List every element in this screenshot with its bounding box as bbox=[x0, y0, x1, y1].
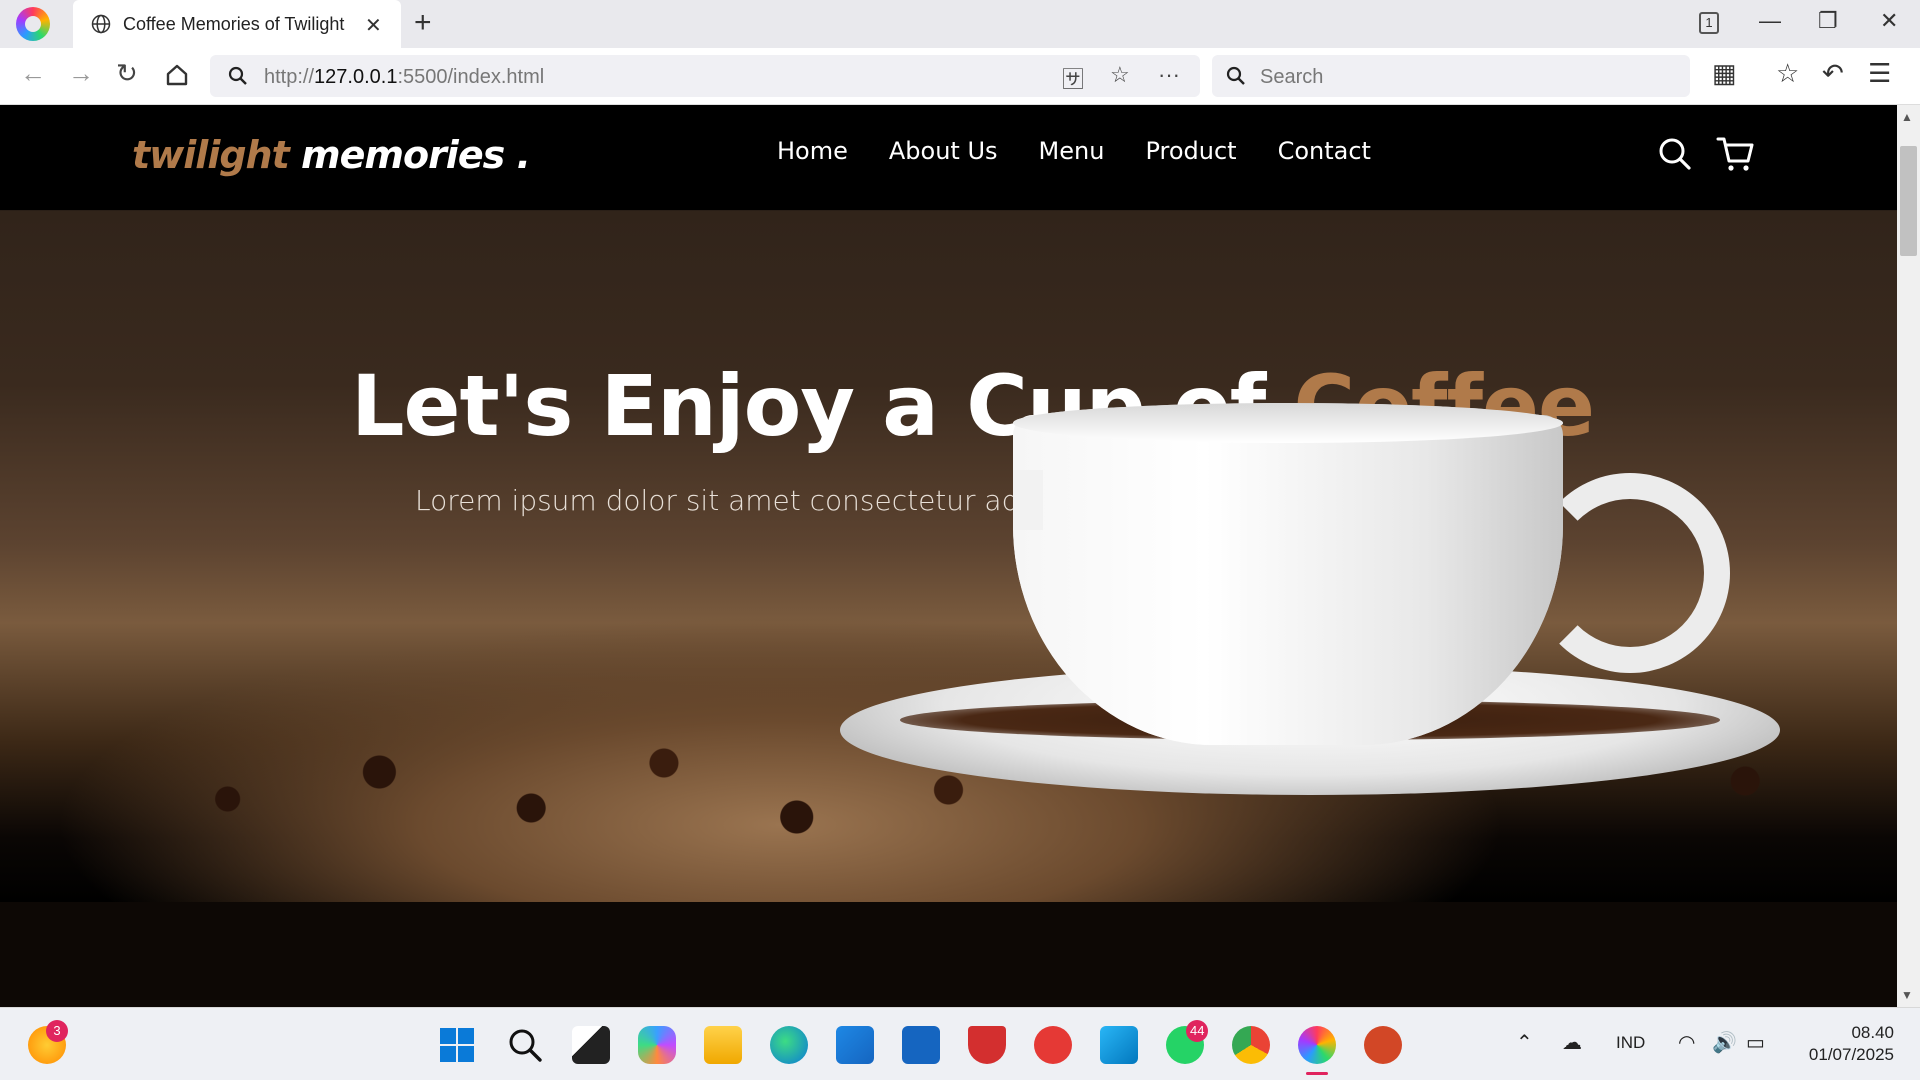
nav-home[interactable]: Home bbox=[777, 137, 848, 165]
whatsapp-badge: 44 bbox=[1186, 1020, 1209, 1042]
vscode-icon[interactable] bbox=[1100, 1026, 1138, 1064]
url-host: 127.0.0.1 bbox=[314, 66, 398, 88]
url-text[interactable]: http://127.0.0.1:5500/index.html bbox=[264, 66, 544, 89]
task-view-icon[interactable] bbox=[572, 1026, 610, 1064]
logo-main: memories . bbox=[301, 133, 531, 177]
edge-icon[interactable] bbox=[770, 1026, 808, 1064]
scrollbar-thumb[interactable] bbox=[1900, 146, 1917, 256]
tab-title: Coffee Memories of Twilight bbox=[123, 14, 345, 34]
active-app-indicator bbox=[1306, 1072, 1328, 1075]
scroll-up-icon[interactable]: ▲ bbox=[1901, 110, 1913, 124]
weather-badge: 3 bbox=[46, 1020, 68, 1042]
browser-taskbar-icon[interactable] bbox=[1298, 1026, 1336, 1064]
logo-accent: twilight bbox=[132, 133, 290, 177]
browser-tab[interactable]: Coffee Memories of Twilight ✕ bbox=[73, 0, 401, 48]
nav-about-us[interactable]: About Us bbox=[889, 137, 998, 165]
wps-office-icon[interactable] bbox=[1034, 1026, 1072, 1064]
favorites-icon[interactable]: ☆ bbox=[1776, 58, 1799, 89]
nav-menu[interactable]: Menu bbox=[1039, 137, 1105, 165]
onedrive-icon[interactable]: ☁ bbox=[1562, 1030, 1582, 1055]
tab-count-button[interactable]: 1 bbox=[1699, 12, 1719, 34]
close-tab-icon[interactable]: ✕ bbox=[365, 13, 382, 38]
hero-subtitle: Lorem ipsum dolor sit amet consectetur a… bbox=[415, 484, 1020, 517]
extensions-grid-icon[interactable]: ▦ bbox=[1712, 58, 1737, 89]
search-icon bbox=[228, 66, 247, 85]
cup-rim-foreground bbox=[1013, 403, 1563, 443]
chrome-icon[interactable] bbox=[1232, 1026, 1270, 1064]
search-placeholder: Search bbox=[1260, 66, 1324, 88]
scroll-down-icon[interactable]: ▼ bbox=[1901, 988, 1913, 1002]
chevron-up-icon[interactable]: ⌃ bbox=[1516, 1030, 1533, 1055]
search-icon bbox=[1226, 66, 1245, 85]
mcafee-icon[interactable] bbox=[968, 1026, 1006, 1064]
forward-icon[interactable]: → bbox=[68, 58, 94, 89]
shopping-cart-icon[interactable] bbox=[1716, 134, 1756, 174]
more-actions-icon[interactable]: ··· bbox=[1158, 62, 1180, 88]
cup-foreground bbox=[1013, 415, 1563, 745]
file-explorer-icon[interactable] bbox=[704, 1026, 742, 1064]
browser-toolbar: ← → ↻ http://127.0.0.1:5500/index.html 🈂… bbox=[0, 48, 1920, 105]
restore-icon[interactable]: ❐ bbox=[1818, 8, 1838, 34]
azure-icon[interactable] bbox=[902, 1026, 940, 1064]
site-menu: Home About Us Menu Product Contact bbox=[777, 137, 1371, 165]
battery-icon[interactable]: ▭ bbox=[1746, 1030, 1765, 1055]
cup-edge bbox=[1013, 470, 1043, 530]
clock-date: 01/07/2025 bbox=[1808, 1045, 1894, 1064]
menu-icon[interactable]: ☰ bbox=[1868, 58, 1891, 89]
volume-icon[interactable]: 🔊 bbox=[1712, 1030, 1737, 1055]
globe-icon bbox=[91, 14, 111, 34]
powerpoint-icon[interactable] bbox=[1364, 1026, 1402, 1064]
windows-start-icon[interactable] bbox=[438, 1026, 476, 1064]
translate-icon[interactable]: 🈂 bbox=[1062, 62, 1084, 94]
new-tab-button[interactable]: + bbox=[414, 6, 432, 40]
reload-icon[interactable]: ↻ bbox=[116, 58, 138, 89]
address-bar[interactable]: http://127.0.0.1:5500/index.html 🈂 ☆ ··· bbox=[210, 55, 1200, 97]
search-icon[interactable] bbox=[506, 1026, 544, 1064]
clock[interactable]: 08.40 01/07/2025 bbox=[1800, 1022, 1894, 1066]
back-icon[interactable]: ← bbox=[20, 58, 46, 89]
browser-logo-icon[interactable] bbox=[16, 7, 50, 41]
search-bar[interactable]: Search bbox=[1212, 55, 1690, 97]
microsoft-store-icon[interactable] bbox=[836, 1026, 874, 1064]
language-indicator[interactable]: IND bbox=[1616, 1033, 1645, 1053]
clock-time: 08.40 bbox=[1851, 1023, 1894, 1042]
taskbar: 3 44 ⌃ ☁ IND ◠ 🔊 ▭ 08.40 01/07/2025 bbox=[0, 1007, 1920, 1080]
site-navbar: twilight memories . Home About Us Menu P… bbox=[0, 105, 1897, 211]
nav-contact[interactable]: Contact bbox=[1278, 137, 1371, 165]
close-window-icon[interactable]: ✕ bbox=[1880, 8, 1898, 34]
copilot-icon[interactable] bbox=[638, 1026, 676, 1064]
browser-tab-bar: Coffee Memories of Twilight ✕ + 1 — ❐ ✕ bbox=[0, 0, 1920, 48]
url-prefix: http:// bbox=[264, 66, 315, 88]
nav-product[interactable]: Product bbox=[1145, 137, 1236, 165]
wifi-icon[interactable]: ◠ bbox=[1678, 1030, 1695, 1055]
minimize-icon[interactable]: — bbox=[1759, 8, 1781, 34]
history-icon[interactable]: ↶ bbox=[1822, 58, 1844, 89]
site-logo[interactable]: twilight memories . bbox=[132, 133, 531, 177]
bookmark-star-icon[interactable]: ☆ bbox=[1110, 62, 1130, 88]
home-icon[interactable] bbox=[164, 62, 190, 88]
url-path: :5500/index.html bbox=[397, 66, 545, 88]
search-icon[interactable] bbox=[1657, 136, 1693, 172]
